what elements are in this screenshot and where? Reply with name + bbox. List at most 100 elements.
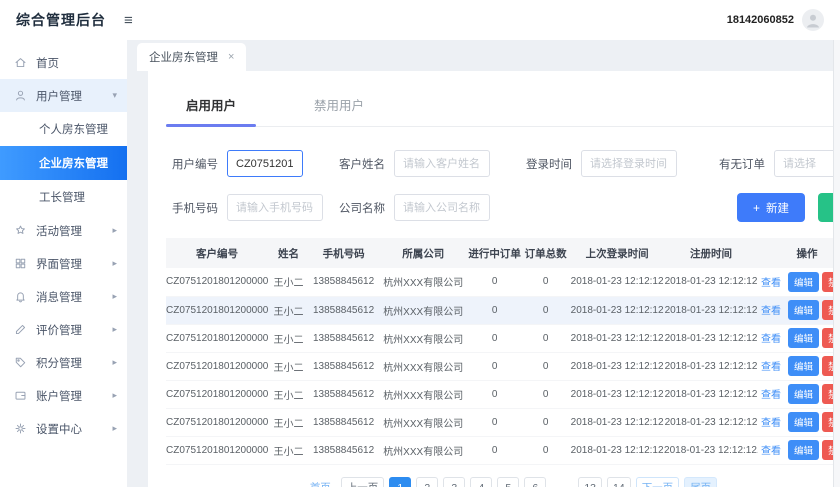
company-input[interactable]: [394, 194, 490, 221]
table-cell: 0: [521, 380, 571, 409]
sidebar-item[interactable]: 评价管理 ▸: [0, 313, 127, 346]
table-cell: 0: [468, 352, 522, 381]
sidebar-item[interactable]: 首页: [0, 46, 127, 79]
table-cell: 0: [468, 408, 522, 437]
table-row: CZ07512018012000001 王小二 13858845612 杭州XXX有限…: [166, 268, 840, 297]
sidebar-subitem[interactable]: 个人房东管理: [0, 112, 127, 146]
tab-enabled-users[interactable]: 启用用户: [166, 89, 257, 127]
sidebar-item[interactable]: 设置中心 ▸: [0, 412, 127, 445]
edit-button[interactable]: 编辑: [787, 440, 819, 460]
sidebar-subitem[interactable]: 企业房东管理: [0, 146, 127, 180]
view-link[interactable]: 查看: [761, 390, 781, 401]
vertical-scrollbar[interactable]: [833, 40, 840, 487]
page-number[interactable]: 6: [524, 476, 547, 487]
pagination-last[interactable]: 尾页: [684, 476, 718, 487]
filter-user-id: 用户编号: [166, 150, 303, 177]
table-row: CZ07512018012000001 王小二 13858845612 杭州XXX有限…: [166, 324, 840, 353]
table-cell: 0: [468, 380, 522, 409]
table-cell: CZ07512018012000001: [166, 436, 269, 465]
menu-toggle-icon[interactable]: ≡: [124, 12, 133, 29]
page-number[interactable]: 1: [389, 476, 412, 487]
account-phone-number: 18142060852: [726, 14, 794, 26]
avatar[interactable]: [802, 9, 824, 31]
chevron-right-icon: ▸: [112, 423, 117, 433]
table-row: CZ07512018012000001 王小二 13858845612 杭州XXX有限…: [166, 408, 840, 437]
table-row: CZ07512018012000001 王小二 13858845612 杭州XXX有限…: [166, 380, 840, 409]
table-cell: CZ07512018012000001: [166, 268, 269, 297]
table-cell: 王小二: [268, 352, 309, 381]
sidebar-item-label: 积分管理: [36, 357, 82, 370]
edit-button[interactable]: 编辑: [787, 412, 819, 432]
user-icon: [14, 89, 27, 102]
actions-cell: 查看编辑禁用: [757, 324, 840, 353]
has-order-select[interactable]: [774, 150, 840, 177]
actions-cell: 查看编辑禁用: [757, 380, 840, 409]
view-link[interactable]: 查看: [761, 306, 781, 317]
chevron-right-icon: ▸: [112, 390, 117, 400]
column-header: 姓名: [268, 238, 309, 268]
column-header: 所属公司: [378, 238, 469, 268]
edit-button[interactable]: 编辑: [787, 271, 819, 292]
sidebar-item-label: 活动管理: [36, 225, 82, 238]
view-link[interactable]: 查看: [761, 278, 781, 289]
table-cell: 2018-01-23 12:12:12: [664, 268, 758, 297]
message-icon: [14, 290, 27, 303]
view-link[interactable]: 查看: [761, 362, 781, 373]
sidebar-item-label: 账户管理: [36, 390, 82, 403]
sidebar: 首页 用户管理 ▾ 个人房东管理 企业房东管理 工长管理 活动管理 ▸ 界面管理 ▸ 消息管理 ▸ 评价…: [0, 40, 127, 487]
view-link[interactable]: 查看: [761, 418, 781, 429]
page-number[interactable]: 14: [607, 476, 631, 487]
sidebar-item[interactable]: 用户管理 ▾: [0, 79, 127, 112]
create-button[interactable]: + 新建: [737, 193, 806, 222]
sidebar-item[interactable]: 活动管理 ▸: [0, 214, 127, 247]
page-number[interactable]: 5: [497, 476, 520, 487]
view-link[interactable]: 查看: [761, 446, 781, 457]
chevron-right-icon: ▸: [112, 258, 117, 268]
table-row: CZ07512018012000001 王小二 13858845612 杭州XXX有限…: [166, 352, 840, 381]
table-cell: CZ07512018012000001: [166, 324, 269, 353]
table-cell: 王小二: [268, 380, 309, 409]
edit-button[interactable]: 编辑: [787, 384, 819, 404]
table-cell: 2018-01-23 12:12:12: [664, 380, 758, 409]
edit-button[interactable]: 编辑: [787, 328, 819, 348]
customer-name-input[interactable]: [394, 150, 490, 177]
pagination-ellipsis: ...: [551, 477, 573, 487]
edit-button[interactable]: 编辑: [787, 300, 819, 320]
sidebar-item[interactable]: 消息管理 ▸: [0, 280, 127, 313]
company-label: 公司名称: [339, 202, 385, 215]
table-cell: 2018-01-23 12:12:12: [664, 408, 758, 437]
page-number[interactable]: 2: [416, 476, 439, 487]
sidebar-item-label: 消息管理: [36, 291, 82, 304]
sidebar-subitem[interactable]: 工长管理: [0, 180, 127, 214]
sidebar-item[interactable]: 积分管理 ▸: [0, 346, 127, 379]
page-number[interactable]: 3: [443, 476, 466, 487]
open-tabs-strip: 企业房东管理 ×: [127, 40, 840, 71]
page-tab-enterprise-landlord[interactable]: 企业房东管理 ×: [137, 43, 247, 71]
pagination-first[interactable]: 首页: [305, 477, 336, 487]
page-number[interactable]: 13: [578, 476, 602, 487]
actions-cell: 查看编辑禁用: [757, 268, 840, 297]
pagination: 首页上一页 123456... 13 14 下一页尾页: [166, 476, 840, 487]
tab-disabled-users[interactable]: 禁用用户: [294, 89, 384, 126]
login-time-input[interactable]: [581, 150, 677, 177]
sidebar-item[interactable]: 账户管理 ▸: [0, 379, 127, 412]
table-cell: 2018-01-23 12:12:12: [664, 352, 758, 381]
pagination-next[interactable]: 下一页: [635, 476, 680, 487]
pagination-prev[interactable]: 上一页: [340, 476, 385, 487]
edit-button[interactable]: 编辑: [787, 356, 819, 376]
close-icon[interactable]: ×: [228, 51, 234, 63]
chevron-right-icon: ▸: [112, 357, 117, 367]
phone-input[interactable]: [227, 194, 323, 221]
table-cell: CZ07512018012000001: [166, 408, 269, 437]
view-link[interactable]: 查看: [761, 334, 781, 345]
table-row: CZ07512018012000001 王小二 13858845612 杭州XXX有限…: [166, 436, 840, 465]
table-row: CZ07512018012000001 王小二 13858845612 杭州XXX有限…: [166, 296, 840, 325]
account-icon: [14, 389, 27, 402]
column-header: 订单总数: [521, 238, 571, 268]
table-cell: 2018-01-23 12:12:12: [664, 324, 758, 353]
sidebar-item[interactable]: 界面管理 ▸: [0, 247, 127, 280]
user-id-input[interactable]: [227, 150, 303, 177]
column-header: 操作: [757, 238, 840, 268]
page-number[interactable]: 4: [470, 476, 493, 487]
evaluation-icon: [14, 323, 27, 336]
